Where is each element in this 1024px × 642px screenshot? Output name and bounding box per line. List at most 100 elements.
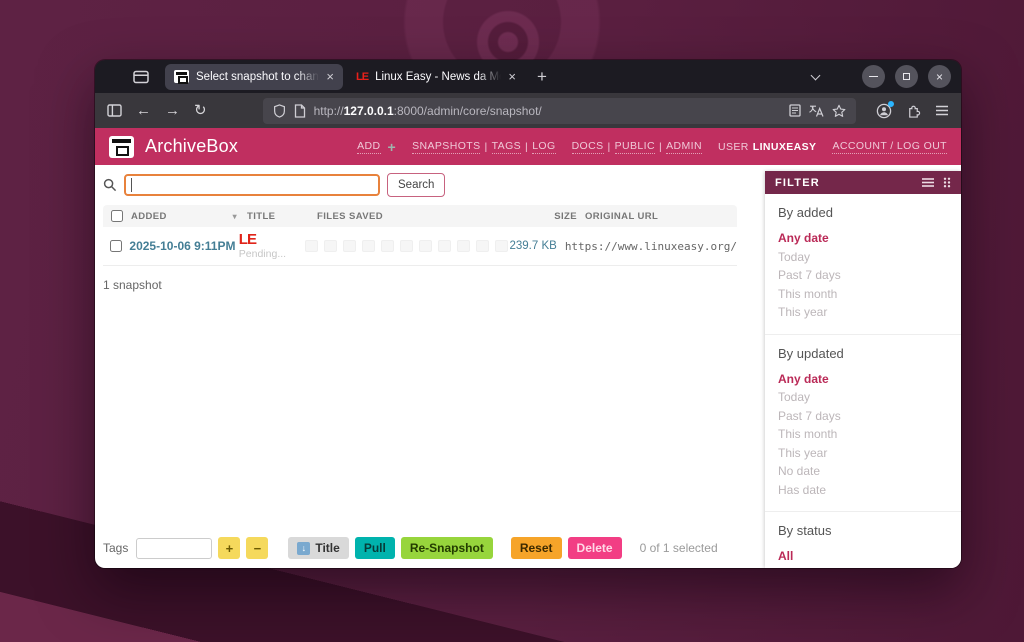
snapshot-date-link[interactable]: 2025-10-06 9:11PM [129, 239, 235, 253]
reload-icon[interactable]: ↻ [194, 103, 207, 118]
filter-option[interactable]: No date [778, 462, 948, 481]
filter-option[interactable]: Today [778, 388, 948, 407]
extensions-puzzle-icon[interactable] [906, 103, 921, 118]
filter-option[interactable]: All [778, 547, 948, 566]
sidebar-toggle-icon[interactable] [107, 104, 122, 117]
column-size: SIZE [525, 211, 577, 222]
filter-title: FILTER [775, 177, 820, 189]
filter-option[interactable]: This month [778, 285, 948, 304]
filter-collapse-icon[interactable] [922, 178, 934, 187]
tab-bar: Select snapshot to chang × LE Linux Easy… [95, 60, 961, 93]
tags-input[interactable] [136, 538, 212, 559]
filter-header: FILTER [765, 171, 961, 194]
nav-log[interactable]: LOG [532, 140, 555, 154]
snapshot-table: ADDED▾ TITLE FILES SAVED SIZE ORIGINAL U… [103, 205, 737, 266]
tab-linuxeasy[interactable]: LE Linux Easy - News da Mon × [347, 64, 525, 90]
filter-option[interactable]: Today [778, 248, 948, 267]
nav-docs-public-admin: DOCS| PUBLIC| ADMIN [572, 140, 702, 154]
url-text[interactable]: http://127.0.0.1:8000/admin/core/snapsho… [314, 104, 542, 118]
remove-tag-button[interactable]: − [246, 537, 268, 559]
search-input[interactable] [124, 174, 380, 196]
nav-admin[interactable]: ADMIN [666, 140, 702, 154]
sort-descending-icon[interactable]: ▾ [233, 212, 237, 221]
table-row: 2025-10-06 9:11PM LE Pending... [103, 227, 737, 266]
filter-option[interactable]: This year [778, 444, 948, 463]
nav-docs[interactable]: DOCS [572, 140, 604, 154]
archive-method-icon [495, 240, 508, 252]
row-checkbox[interactable] [110, 240, 122, 252]
filter-option[interactable]: Any date [778, 229, 948, 248]
tab-snapshot[interactable]: Select snapshot to chang × [165, 64, 343, 90]
filter-drag-grid-icon[interactable] [943, 177, 951, 188]
pull-button[interactable]: Pull [355, 537, 395, 559]
nav-add[interactable]: ADD+ [357, 139, 396, 155]
minimize-button[interactable] [862, 65, 885, 88]
filter-option[interactable]: This month [778, 425, 948, 444]
forward-icon[interactable]: → [165, 103, 180, 118]
snapshot-size-link[interactable]: 239.7 KB [508, 240, 557, 252]
translate-icon[interactable] [809, 104, 824, 117]
archive-method-icon [457, 240, 470, 252]
archive-method-icon [400, 240, 413, 252]
re-snapshot-button[interactable]: Re-Snapshot [401, 537, 493, 559]
archivebox-logo-icon [109, 136, 134, 158]
bookmark-star-icon[interactable] [832, 104, 846, 118]
minimize-icon [869, 76, 878, 78]
archive-method-icon [343, 240, 356, 252]
selection-count: 0 of 1 selected [640, 541, 718, 555]
add-tag-button[interactable]: + [218, 537, 240, 559]
back-icon[interactable]: ← [136, 103, 151, 118]
close-tab-icon[interactable]: × [326, 70, 334, 83]
filter-option[interactable]: Past 7 days [778, 407, 948, 426]
shield-icon[interactable] [273, 104, 286, 118]
archive-method-icon [362, 240, 375, 252]
delete-button[interactable]: Delete [568, 537, 622, 559]
account-button[interactable] [876, 103, 892, 119]
filter-option[interactable]: Any date [778, 370, 948, 389]
maximize-button[interactable] [895, 65, 918, 88]
archive-method-icon [476, 240, 489, 252]
reset-button[interactable]: Reset [511, 537, 562, 559]
archivebox-favicon [174, 70, 189, 83]
tab-title: Linux Easy - News da Mon [375, 71, 501, 83]
filter-section-by-status: By status All succeeded [765, 512, 961, 568]
row-favicon: LE [239, 231, 256, 248]
column-added[interactable]: ADDED [131, 211, 167, 222]
tags-label: Tags [103, 541, 128, 555]
reader-mode-icon[interactable] [789, 104, 801, 117]
archive-method-icon [419, 240, 432, 252]
filter-option[interactable]: Past 7 days [778, 266, 948, 285]
list-tabs-chevron-icon[interactable] [811, 72, 820, 81]
filter-option[interactable]: This year [778, 303, 948, 322]
url-bar[interactable]: http://127.0.0.1:8000/admin/core/snapsho… [263, 98, 856, 124]
filter-option[interactable]: succeeded [778, 566, 948, 569]
header-nav: ADD+ SNAPSHOTS| TAGS| LOG DOCS| PUBLIC| … [357, 139, 947, 155]
close-window-button[interactable]: × [928, 65, 951, 88]
select-all-checkbox[interactable] [111, 210, 123, 222]
archivebox-header: ArchiveBox ADD+ SNAPSHOTS| TAGS| LOG DOC… [95, 128, 961, 165]
action-bar: Tags + − ↓ Title Pull Re-Snapshot Reset … [103, 537, 718, 559]
nav-separator: | [525, 141, 528, 153]
close-tab-icon[interactable]: × [508, 70, 516, 83]
nav-snapshots[interactable]: SNAPSHOTS [412, 140, 480, 154]
column-files-saved: FILES SAVED [317, 211, 525, 222]
new-tab-button[interactable]: + [529, 67, 555, 87]
column-original-url: ORIGINAL URL [577, 211, 737, 222]
search-button[interactable]: Search [387, 173, 445, 197]
username: LINUXEASY [753, 141, 817, 153]
text-caret [131, 178, 132, 192]
nav-account-logout[interactable]: ACCOUNT / LOG OUT [832, 140, 947, 154]
nav-separator: | [608, 141, 611, 153]
original-url[interactable]: https://www.linuxeasy.org/ [557, 240, 737, 253]
nav-tags[interactable]: TAGS [492, 140, 521, 154]
nav-public[interactable]: PUBLIC [615, 140, 655, 154]
filter-panel: FILTER By added Any date Today Past 7 da… [765, 171, 961, 568]
firefox-view-button[interactable] [127, 65, 155, 89]
title-button[interactable]: ↓ Title [288, 537, 348, 559]
nav-snapshots-tags-log: SNAPSHOTS| TAGS| LOG [412, 140, 555, 154]
filter-heading: By added [778, 205, 948, 220]
menu-hamburger-icon[interactable] [935, 105, 949, 116]
filter-option[interactable]: Has date [778, 481, 948, 500]
tab-title: Select snapshot to chang [196, 71, 319, 83]
page-info-icon[interactable] [294, 104, 306, 118]
